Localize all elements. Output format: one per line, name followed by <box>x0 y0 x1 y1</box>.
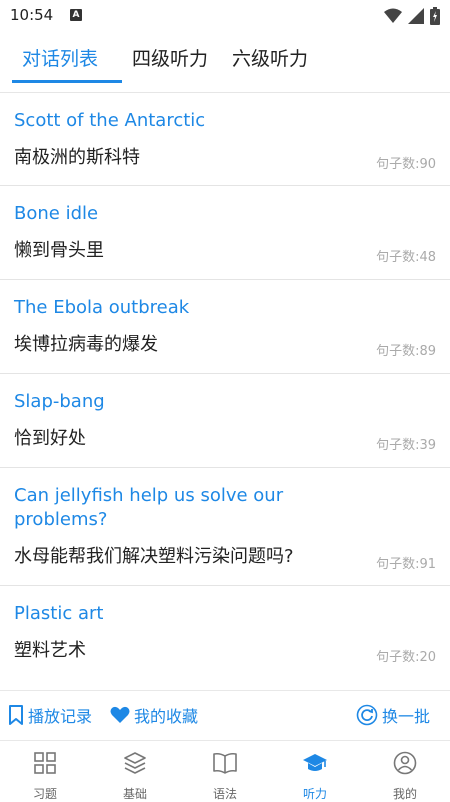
nav-me[interactable]: 我的 <box>360 741 450 802</box>
list-item[interactable]: Scott of the Antarctic 南极洲的斯科特 句子数:90 <box>0 93 450 186</box>
nav-label: 基础 <box>122 787 147 801</box>
list-item[interactable]: Can jellyfish help us solve our problems… <box>0 468 450 586</box>
heart-icon <box>110 706 130 723</box>
dialog-title: Slap-bang <box>14 391 105 412</box>
top-tabs: 对话列表 四级听力 六级听力 <box>0 32 450 84</box>
list-item[interactable]: Plastic art 塑料艺术 句子数:20 <box>0 586 450 683</box>
dialog-subtitle: 水母能帮我们解决塑料污染问题吗? <box>14 546 294 567</box>
dialog-subtitle: 埃博拉病毒的爆发 <box>14 334 158 355</box>
dialog-title: Scott of the Antarctic <box>14 110 206 131</box>
grid-icon <box>34 752 56 774</box>
sentence-count: 句子数:90 <box>376 157 436 172</box>
dialog-title: Bone idle <box>14 203 99 224</box>
bookmark-icon <box>9 705 23 725</box>
status-time: 10:54 <box>10 6 54 24</box>
sentence-count: 句子数:89 <box>376 344 436 359</box>
dialog-title: Plastic art <box>14 603 104 624</box>
refresh-icon <box>356 704 378 726</box>
sentence-count: 句子数:20 <box>376 650 436 665</box>
dialog-title: The Ebola outbreak <box>14 297 190 318</box>
dialog-subtitle: 恰到好处 <box>14 428 86 449</box>
play-history-button[interactable]: 播放记录 <box>8 703 92 727</box>
sentence-count: 句子数:48 <box>376 250 436 265</box>
nav-listening[interactable]: 听力 <box>270 741 360 802</box>
status-icons <box>384 7 440 25</box>
my-favorites-button[interactable]: 我的收藏 <box>110 703 198 727</box>
sentence-count: 句子数:91 <box>376 557 436 572</box>
list-item[interactable]: Bone idle 懒到骨头里 句子数:48 <box>0 186 450 280</box>
dialog-list: Scott of the Antarctic 南极洲的斯科特 句子数:90 Bo… <box>0 93 450 683</box>
nav-label: 习题 <box>32 787 57 801</box>
dialog-subtitle: 懒到骨头里 <box>14 240 104 261</box>
sentence-count: 句子数:39 <box>376 438 436 453</box>
wifi-icon <box>384 8 402 23</box>
tab-dialog-list[interactable]: 对话列表 <box>22 44 98 71</box>
status-bar: 10:54 A <box>0 0 450 32</box>
nav-basics[interactable]: 基础 <box>90 741 180 802</box>
my-favorites-label: 我的收藏 <box>134 707 199 726</box>
action-bar: 播放记录 我的收藏 换一批 <box>0 690 450 739</box>
book-icon <box>213 752 237 774</box>
list-item[interactable]: Slap-bang 恰到好处 句子数:39 <box>0 374 450 468</box>
bottom-navigation: 习题 基础 语法 听力 我的 <box>0 740 450 802</box>
tab-cet6-listening[interactable]: 六级听力 <box>232 44 308 71</box>
dialog-subtitle: 塑料艺术 <box>14 640 86 661</box>
nav-label: 我的 <box>392 787 417 801</box>
dialog-title: Can jellyfish help us solve our problems… <box>14 485 284 530</box>
user-icon <box>393 751 417 775</box>
signal-icon <box>408 8 424 24</box>
list-item[interactable]: The Ebola outbreak 埃博拉病毒的爆发 句子数:89 <box>0 280 450 374</box>
dialog-subtitle: 南极洲的斯科特 <box>14 147 140 168</box>
nav-grammar[interactable]: 语法 <box>180 741 270 802</box>
graduation-cap-icon <box>303 754 327 771</box>
nav-label: 听力 <box>302 787 327 801</box>
refresh-batch-label: 换一批 <box>382 707 431 726</box>
layers-icon <box>124 752 146 774</box>
battery-icon <box>430 7 440 25</box>
notification-badge-icon: A <box>70 9 82 21</box>
nav-exercises[interactable]: 习题 <box>0 741 90 802</box>
active-tab-indicator <box>12 80 122 83</box>
nav-label: 语法 <box>212 787 237 801</box>
refresh-batch-button[interactable]: 换一批 <box>356 703 430 727</box>
play-history-label: 播放记录 <box>28 707 93 726</box>
tab-cet4-listening[interactable]: 四级听力 <box>132 44 208 71</box>
